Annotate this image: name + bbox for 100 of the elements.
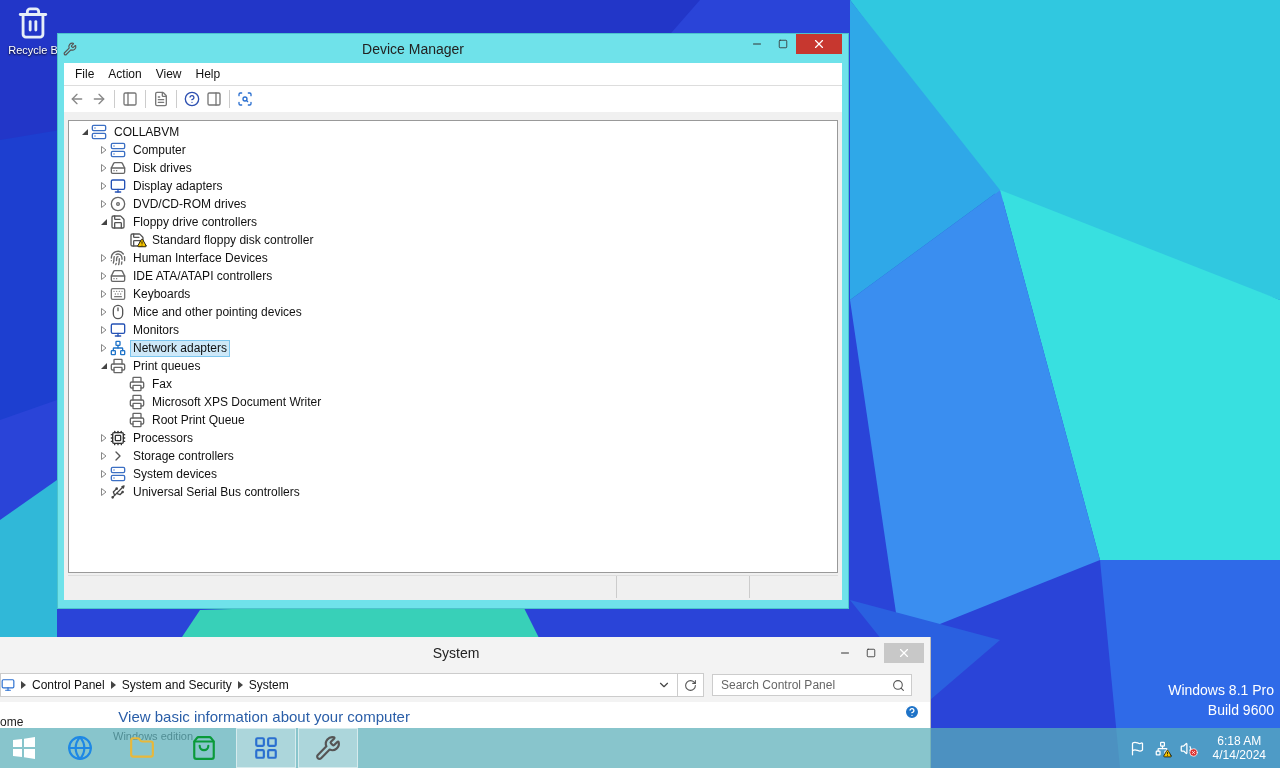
chevron-icon: [110, 681, 116, 689]
tree-item[interactable]: Storage controllers: [130, 447, 237, 465]
menu-item[interactable]: File: [68, 67, 102, 81]
speaker-muted-icon[interactable]: [1179, 740, 1195, 756]
search-icon: [892, 678, 905, 692]
tree-item[interactable]: Fax: [149, 375, 175, 393]
breadcrumb-item[interactable]: Control Panel: [32, 678, 105, 692]
expand-icon[interactable]: [100, 254, 108, 262]
mouse-icon: [110, 304, 126, 320]
address-bar[interactable]: Control Panel System and Security System: [0, 673, 704, 697]
edition-watermark: Windows 8.1 Pro: [1168, 682, 1274, 698]
printer-icon: [129, 394, 145, 410]
tree-item[interactable]: System devices: [130, 465, 221, 483]
tree-item[interactable]: Computer: [130, 141, 189, 159]
tree-item[interactable]: DVD/CD-ROM drives: [130, 195, 250, 213]
breadcrumb-item[interactable]: System and Security: [121, 678, 232, 692]
expand-icon[interactable]: [100, 146, 108, 154]
monitor-icon: [110, 178, 126, 194]
drive-icon: [110, 160, 126, 176]
shopping-bag-icon: [191, 735, 217, 761]
expand-icon[interactable]: [100, 308, 108, 316]
help-icon[interactable]: [904, 704, 920, 720]
app-icon: [63, 41, 77, 56]
tree-item[interactable]: Monitors: [130, 321, 182, 339]
printer-icon: [110, 358, 126, 374]
maximize-icon: [866, 647, 876, 658]
tree-item[interactable]: Mice and other pointing devices: [130, 303, 305, 321]
usb-icon: [110, 484, 126, 500]
edition-watermark: Build 9600: [1207, 702, 1274, 718]
tree-item[interactable]: IDE ATA/ATAPI controllers: [130, 267, 276, 285]
floppy-icon: [110, 214, 126, 230]
sidebar-link[interactable]: ome: [0, 716, 24, 729]
tree-item[interactable]: Microsoft XPS Document Writer: [149, 393, 325, 411]
expand-icon[interactable]: [100, 470, 108, 478]
collapse-icon[interactable]: [100, 362, 108, 370]
tree-item[interactable]: Root Print Queue: [149, 411, 248, 429]
expand-icon[interactable]: [100, 344, 108, 352]
computer-icon: [110, 142, 126, 158]
chevron-icon: [237, 681, 243, 689]
chevron-icon: [21, 681, 26, 689]
taskbar-app-button[interactable]: [298, 728, 358, 768]
scan-button[interactable]: [236, 90, 254, 108]
keyboard-icon: [110, 286, 126, 302]
network-warning-icon[interactable]: [1154, 740, 1170, 756]
page-heading: View basic information about your computer: [118, 708, 410, 727]
help-button[interactable]: [183, 90, 201, 108]
expand-icon[interactable]: [100, 272, 108, 280]
expand-icon[interactable]: [100, 452, 108, 460]
control-panel-icon: [1, 678, 15, 692]
collapse-icon[interactable]: [100, 218, 108, 226]
desktop-icon-label: Recycle B: [8, 44, 58, 56]
expand-icon[interactable]: [100, 290, 108, 298]
device-manager-icon: [315, 735, 341, 761]
taskbar-app-button[interactable]: [236, 728, 296, 768]
search-box[interactable]: Search Control Panel: [712, 674, 912, 696]
printer-icon: [129, 412, 145, 428]
refresh-icon[interactable]: [684, 678, 697, 692]
expand-icon[interactable]: [100, 434, 108, 442]
expand-icon[interactable]: [100, 326, 108, 334]
globe-icon: [67, 735, 93, 761]
collapse-icon[interactable]: [81, 128, 89, 136]
tree-item[interactable]: Print queues: [130, 357, 204, 375]
close-icon: [812, 37, 826, 51]
floppy-icon: [129, 232, 145, 248]
computer-icon: [110, 466, 126, 482]
expand-icon[interactable]: [100, 164, 108, 172]
maximize-icon: [778, 39, 788, 49]
tree-item[interactable]: Human Interface Devices: [130, 249, 271, 267]
tree-item[interactable]: Processors: [130, 429, 197, 447]
menu-item[interactable]: View: [148, 67, 189, 81]
tree-item[interactable]: COLLABVM: [111, 123, 183, 141]
close-button[interactable]: [796, 34, 842, 54]
expand-icon[interactable]: [100, 200, 108, 208]
tree-item[interactable]: Keyboards: [130, 285, 194, 303]
chip-icon: [110, 430, 126, 446]
network-icon: [110, 340, 126, 356]
menu-item[interactable]: Action: [101, 67, 149, 81]
console-tree-button[interactable]: [121, 90, 139, 108]
tree-item[interactable]: Universal Serial Bus controllers: [130, 483, 303, 501]
action-pane-button[interactable]: [205, 90, 223, 108]
tree-item[interactable]: Display adapters: [130, 177, 226, 195]
tree-item[interactable]: Standard floppy disk controller: [149, 231, 317, 249]
monitor-icon: [110, 322, 126, 338]
computer-icon: [91, 124, 107, 140]
printer-icon: [129, 376, 145, 392]
tree-item[interactable]: Floppy drive controllers: [130, 213, 261, 231]
flag-icon[interactable]: [1129, 740, 1145, 756]
disc-icon: [110, 196, 126, 212]
expand-icon[interactable]: [100, 488, 108, 496]
breadcrumb-item[interactable]: System: [248, 678, 289, 692]
properties-button[interactable]: [152, 90, 170, 108]
recycle-bin-icon[interactable]: [16, 6, 50, 40]
window-title: Device Manager: [361, 40, 465, 57]
menu-item[interactable]: Help: [188, 67, 228, 81]
tree-item[interactable]: Network adapters: [130, 339, 231, 357]
windows-logo-icon: [12, 736, 36, 760]
tree-item[interactable]: Disk drives: [130, 159, 195, 177]
window-title: System: [431, 644, 481, 661]
drive-icon: [110, 268, 126, 284]
expand-icon[interactable]: [100, 182, 108, 190]
